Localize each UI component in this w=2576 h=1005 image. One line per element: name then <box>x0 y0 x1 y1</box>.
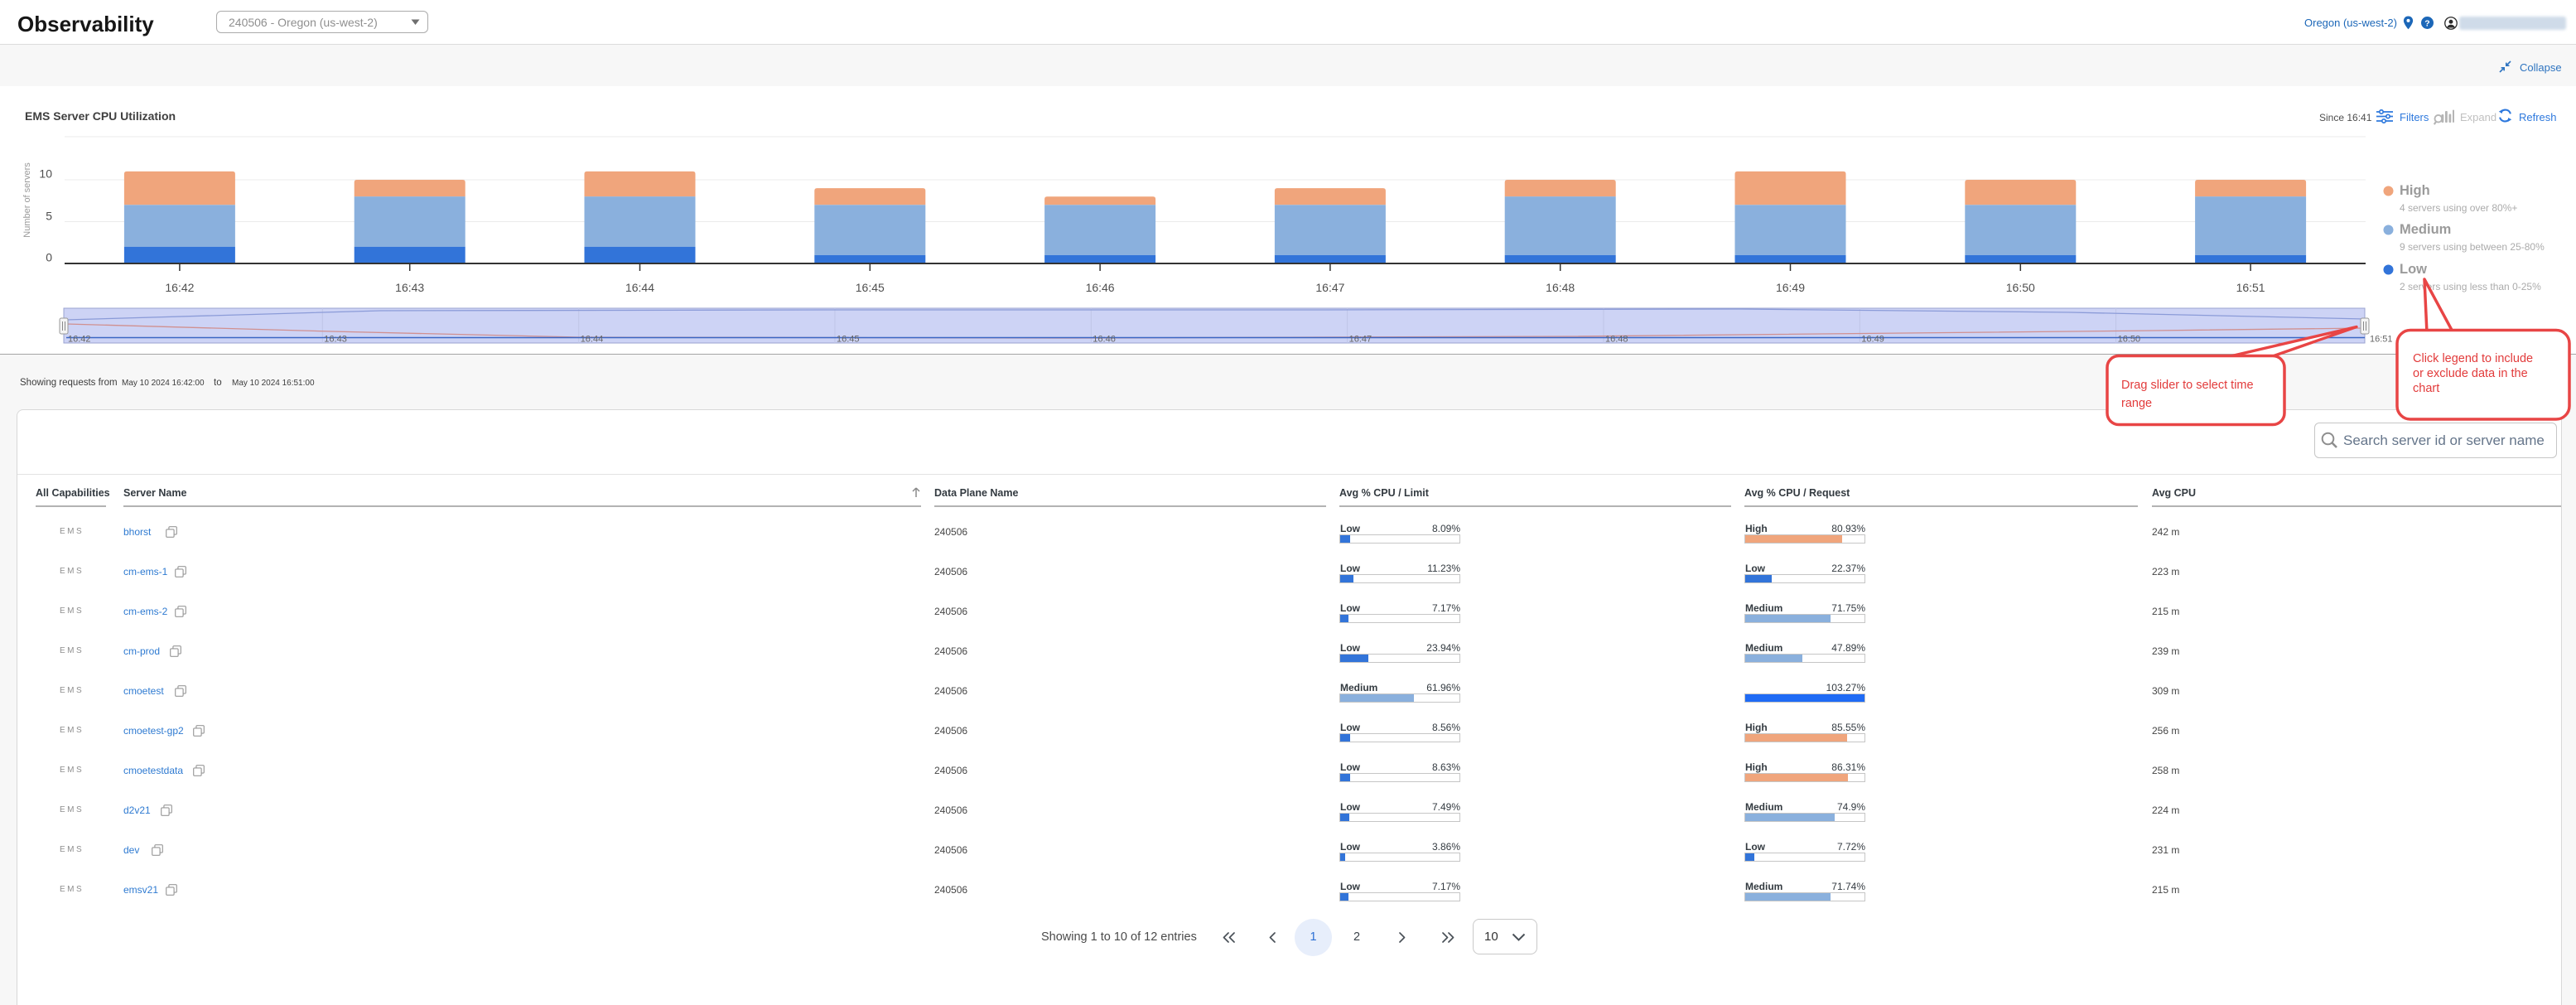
svg-text:16:46: 16:46 <box>1093 335 1116 345</box>
svg-text:0: 0 <box>46 251 52 264</box>
svg-text:16:50: 16:50 <box>2118 335 2141 345</box>
svg-text:16:42: 16:42 <box>68 335 91 345</box>
svg-text:16:49: 16:49 <box>1861 335 1884 345</box>
svg-text:16:49: 16:49 <box>1776 281 1805 294</box>
svg-text:16:44: 16:44 <box>581 335 604 345</box>
svg-text:Drag slider to select time: Drag slider to select time <box>2121 379 2254 392</box>
svg-text:16:44: 16:44 <box>625 281 654 294</box>
svg-text:range: range <box>2121 397 2152 410</box>
svg-text:?: ? <box>2424 18 2429 28</box>
svg-text:10: 10 <box>39 167 52 180</box>
svg-text:16:47: 16:47 <box>1315 281 1344 294</box>
svg-text:16:51: 16:51 <box>2370 335 2393 345</box>
svg-text:16:45: 16:45 <box>856 281 885 294</box>
svg-text:16:46: 16:46 <box>1086 281 1115 294</box>
svg-text:16:48: 16:48 <box>1605 335 1628 345</box>
svg-text:16:43: 16:43 <box>395 281 424 294</box>
svg-text:16:43: 16:43 <box>324 335 347 345</box>
svg-text:16:51: 16:51 <box>2236 281 2265 294</box>
svg-text:16:42: 16:42 <box>165 281 194 294</box>
svg-text:or exclude data in the: or exclude data in the <box>2413 367 2528 380</box>
svg-text:chart: chart <box>2413 382 2439 395</box>
svg-text:5: 5 <box>46 209 52 222</box>
svg-text:Number of servers: Number of servers <box>22 162 32 238</box>
svg-text:16:45: 16:45 <box>837 335 860 345</box>
svg-text:16:50: 16:50 <box>2006 281 2035 294</box>
svg-text:16:47: 16:47 <box>1349 335 1372 345</box>
svg-text:16:48: 16:48 <box>1546 281 1575 294</box>
